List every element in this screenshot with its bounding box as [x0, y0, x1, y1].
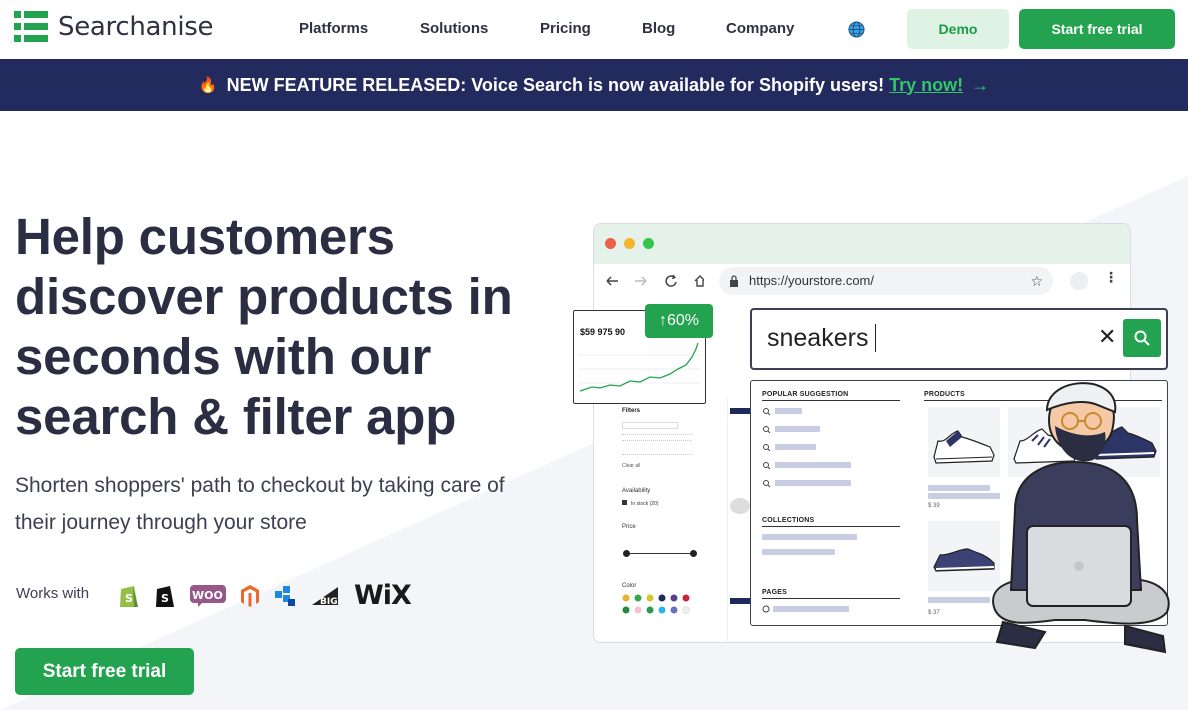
shopify-plus-icon: S — [154, 583, 176, 609]
browser-toolbar: https://yourstore.com/ ☆ ⋮ — [594, 264, 1130, 298]
lock-icon — [730, 275, 738, 287]
price-slider-handle — [690, 550, 697, 557]
browser-nav-icons — [606, 274, 704, 287]
products-heading: PRODUCTS — [924, 391, 965, 398]
clear-search-icon[interactable]: ✕ — [1098, 324, 1116, 350]
character-illustration — [992, 382, 1170, 654]
svg-text:BIG: BIG — [320, 597, 338, 607]
collection-item[interactable] — [762, 534, 857, 540]
price-label: Price — [622, 524, 636, 530]
product-thumb — [730, 498, 750, 514]
url-text: https://yourstore.com/ — [749, 273, 874, 288]
magento-icon — [240, 584, 260, 608]
column-divider — [727, 398, 728, 642]
svg-text:S: S — [125, 592, 133, 605]
start-trial-header-button[interactable]: Start free trial — [1019, 9, 1175, 49]
nav-platforms[interactable]: Platforms — [299, 20, 420, 37]
profile-avatar-icon[interactable] — [1070, 272, 1088, 290]
bigcommerce-icon: BIG — [310, 585, 340, 607]
fire-icon: 🔥 — [198, 77, 218, 94]
search-query: sneakers — [767, 324, 869, 352]
product-price: $ 37 — [928, 610, 940, 616]
search-input[interactable]: sneakers ✕ — [750, 308, 1168, 370]
text-cursor — [875, 324, 876, 352]
site-header: Searchanise Platforms Solutions Pricing … — [0, 0, 1188, 59]
svg-text:S: S — [161, 592, 169, 605]
search-icon — [1134, 330, 1150, 346]
works-with-label: Works with — [16, 585, 90, 602]
more-menu-icon[interactable]: ⋮ — [1104, 269, 1118, 286]
hero-subtitle: Shorten shoppers' path to checkout by ta… — [15, 474, 505, 534]
nav-pricing[interactable]: Pricing — [540, 20, 642, 37]
checkbox-icon — [622, 500, 627, 505]
close-dot-icon — [605, 238, 616, 249]
color-label: Color — [622, 583, 637, 589]
divider — [762, 598, 900, 599]
wix-icon: WiX — [354, 580, 412, 611]
search-button[interactable] — [1123, 319, 1161, 357]
shopify-icon: S — [118, 583, 140, 609]
brand-logo[interactable]: Searchanise — [14, 10, 214, 44]
star-icon[interactable]: ☆ — [1030, 267, 1043, 295]
arrow-right-icon[interactable]: → — [971, 75, 989, 96]
popular-suggestions-heading: POPULAR SUGGESTION — [762, 391, 849, 398]
svg-text:WOO: WOO — [192, 589, 223, 602]
product-tag — [730, 408, 750, 414]
divider — [762, 400, 900, 401]
nav-blog[interactable]: Blog — [642, 20, 726, 37]
globe-icon[interactable] — [848, 21, 865, 38]
nav-solutions[interactable]: Solutions — [420, 20, 540, 37]
price-slider-track — [626, 553, 694, 554]
product-price: $ 39 — [928, 503, 940, 509]
address-bar[interactable]: https://yourstore.com/ ☆ — [719, 267, 1053, 295]
filter-chip-row — [622, 434, 692, 441]
price-slider-handle — [623, 550, 630, 557]
clear-all-link: Clear all — [622, 463, 641, 469]
in-stock-label: In stock (20) — [631, 501, 659, 507]
growth-badge: ↑60% — [645, 304, 713, 338]
browser-titlebar — [594, 224, 1130, 264]
page-item[interactable] — [762, 605, 852, 615]
color-swatches — [622, 594, 690, 614]
searchanise-logo-icon — [14, 11, 48, 42]
divider — [762, 526, 900, 527]
feature-banner: 🔥 NEW FEATURE RELEASED: Voice Search is … — [0, 59, 1188, 111]
minimize-dot-icon — [624, 238, 635, 249]
demo-button[interactable]: Demo — [907, 9, 1009, 49]
collections-heading: COLLECTIONS — [762, 517, 815, 524]
filter-chip-row — [622, 448, 692, 455]
platform-logos: S S WOO BIG WiX — [118, 580, 425, 611]
woocommerce-icon: WOO — [190, 584, 226, 607]
revenue-value: $59 975 90 — [580, 327, 626, 337]
suggestion-list[interactable] — [762, 407, 862, 492]
try-now-link[interactable]: Try now! — [889, 75, 963, 96]
banner-text: NEW FEATURE RELEASED: Voice Search is no… — [226, 74, 885, 95]
main-nav: Platforms Solutions Pricing Blog Company — [299, 20, 851, 37]
in-stock-option: In stock (20) — [622, 500, 659, 507]
hero-illustration: https://yourstore.com/ ☆ ⋮ Filters Clear… — [560, 215, 1188, 695]
pages-heading: PAGES — [762, 589, 787, 596]
filter-chip — [622, 422, 678, 429]
filters-title: Filters — [622, 408, 641, 414]
product-tag — [730, 598, 750, 604]
revenue-chart-line — [578, 342, 700, 392]
availability-label: Availability — [622, 488, 651, 494]
maximize-dot-icon — [643, 238, 654, 249]
brand-name: Searchanise — [58, 12, 214, 42]
hero-headline: Help customers discover products in seco… — [15, 208, 513, 445]
collection-item[interactable] — [762, 549, 835, 555]
start-trial-hero-button[interactable]: Start free trial — [15, 648, 194, 695]
nav-company[interactable]: Company — [726, 20, 851, 37]
squarespace-icon — [274, 585, 296, 607]
